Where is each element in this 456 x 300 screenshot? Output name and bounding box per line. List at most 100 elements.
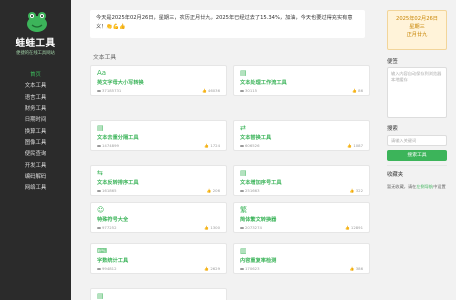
tool-card-views: 251663 (240, 188, 260, 193)
tool-card[interactable]: ▤ (90, 288, 227, 300)
tool-card-views: 170623 (240, 266, 260, 271)
search-button[interactable]: 搜索工具 (387, 150, 447, 161)
nav-item-public-query[interactable]: 便民查询 (0, 149, 71, 160)
document-icon: ▤ (97, 124, 104, 132)
nav-item-date-time[interactable]: 日期时间 (0, 115, 71, 126)
likes-count: 322 (355, 188, 363, 193)
section-title: 文本工具 (93, 55, 117, 61)
tool-card-views: 30115 (240, 88, 257, 93)
tool-card-likes: 👍 206 (206, 188, 220, 193)
tool-card-views: 994812 (97, 266, 117, 271)
views-count: 170623 (245, 266, 260, 271)
tool-card-views: 2073274 (240, 225, 262, 230)
tool-card-views: 161865 (97, 188, 117, 193)
search-label: 搜索 (387, 126, 398, 132)
tool-card-likes: 👍 386 (349, 266, 363, 271)
nav-item-network-tools[interactable]: 网络工具 (0, 183, 71, 194)
views-count: 977252 (102, 225, 117, 230)
eye-icon (97, 89, 101, 93)
tool-card-views: 1474899 (97, 143, 119, 148)
calendar-lunar: 正月廿九 (406, 32, 428, 38)
nav-item-home[interactable]: 首页 (0, 70, 71, 81)
eye-icon (97, 189, 101, 193)
tool-card-title: 特殊符号大全 (97, 217, 129, 223)
nav-item-dev-tools[interactable]: 开发工具 (0, 161, 71, 172)
keyboard-icon: ⌨ (97, 247, 108, 255)
tool-card-likes: 👍 86 (352, 88, 363, 93)
tool-card-title: 字数统计工具 (97, 258, 129, 264)
views-count: 2073274 (245, 225, 262, 230)
tool-card-views: 977252 (97, 225, 117, 230)
letter-case-icon: Aa (97, 69, 107, 77)
tool-card-likes: 👍 322 (349, 188, 363, 193)
eye-icon (240, 226, 244, 230)
calendar-widget: 2025年02月26日 星期三 正月廿九 (387, 10, 447, 50)
tool-card-likes: 👍 1300 (204, 225, 220, 230)
reverse-icon: ⇆ (97, 169, 103, 177)
tool-card-likes: 👍 1724 (204, 143, 220, 148)
tool-card-title: 英文字母大小写转换 (97, 80, 144, 86)
likes-count: 1087 (353, 143, 363, 148)
favorites-empty-text: 暂无收藏，请在左侧导航中设置 (387, 184, 446, 190)
nav-item-conversion-tools[interactable]: 换算工具 (0, 127, 71, 138)
tool-card-title: 文本增加序号工具 (240, 180, 282, 186)
search-input[interactable]: 请输入关键词 (387, 135, 447, 146)
calendar-date: 2025年02月26日 (396, 16, 438, 22)
views-count: 161865 (102, 188, 117, 193)
tool-card-title: 文本处理工作流工具 (240, 80, 287, 86)
tool-card[interactable]: ⌨ 字数统计工具 994812 👍 2629 (90, 243, 227, 274)
likes-count: 386 (355, 266, 363, 271)
eye-icon (240, 144, 244, 148)
notes-textarea[interactable]: 输入内容自动保存到浏览器本地缓存 (387, 67, 447, 118)
views-count: 606526 (245, 143, 260, 148)
tool-card[interactable]: ▤ 文本增加序号工具 251663 👍 322 (233, 165, 370, 196)
tool-card[interactable]: ☺ 特殊符号大全 977252 👍 1300 (90, 202, 227, 233)
document-icon: ▤ (97, 292, 104, 300)
numbered-list-icon: ▤ (240, 169, 247, 177)
tool-card[interactable]: 繁 简体繁文转换器 2073274 👍 12891 (233, 202, 370, 233)
sidebar: 蛙蛙工具 便捷的在线工具网站 首页 文本工具 语言工具 财务工具 日期时间 换算… (0, 0, 71, 300)
likes-count: 1300 (210, 225, 220, 230)
duplicate-check-icon: ▥ (240, 247, 247, 255)
eye-icon (240, 267, 244, 271)
likes-count: 1724 (210, 143, 220, 148)
favorites-text: 暂无收藏，请在 (387, 184, 417, 189)
calendar-weekday: 星期三 (409, 24, 425, 30)
tool-card[interactable]: ⇄ 文本替换工具 606526 👍 1087 (233, 120, 370, 151)
nav-item-finance-tools[interactable]: 财务工具 (0, 104, 71, 115)
likes-count: 46036 (207, 88, 220, 93)
eye-icon (97, 226, 101, 230)
left-nav-link[interactable]: 左侧导航 (416, 184, 433, 189)
views-count: 1474899 (102, 143, 119, 148)
likes-count: 86 (358, 88, 363, 93)
tool-card-views: 606526 (240, 143, 260, 148)
nav-menu: 首页 文本工具 语言工具 财务工具 日期时间 换算工具 图像工具 便民查询 开发… (0, 70, 71, 195)
app-name: 蛙蛙工具 (15, 38, 56, 49)
date-banner: 今天是2025年02月26日，星期三，农历正月廿九，2025年已经过去了15.3… (90, 10, 365, 38)
views-count: 30115 (245, 88, 258, 93)
smiley-icon: ☺ (97, 206, 105, 214)
nav-item-text-tools[interactable]: 文本工具 (0, 81, 71, 92)
tool-card[interactable]: Aa 英文字母大小写转换 37185731 👍 46036 (90, 65, 227, 96)
nav-item-language-tools[interactable]: 语言工具 (0, 93, 71, 104)
tool-card-title: 文本去重分隔工具 (97, 135, 139, 141)
tool-card-title: 文本替换工具 (240, 135, 272, 141)
tool-card-views: 37185731 (97, 88, 121, 93)
nav-item-encoding[interactable]: 编码解码 (0, 172, 71, 183)
tool-card-likes: 👍 12891 (344, 225, 363, 230)
traditional-chinese-icon: 繁 (240, 206, 247, 214)
tool-card-likes: 👍 2629 (204, 266, 220, 271)
views-count: 37185731 (102, 88, 122, 93)
nav-item-image-tools[interactable]: 图像工具 (0, 138, 71, 149)
tool-card[interactable]: ▤ 文本处理工作流工具 30115 👍 86 (233, 65, 370, 96)
notes-label: 便签 (387, 59, 398, 65)
tool-card[interactable]: ▥ 内容重复率检测 170623 👍 386 (233, 243, 370, 274)
replace-icon: ⇄ (240, 124, 246, 132)
eye-icon (240, 189, 244, 193)
tool-card[interactable]: ▤ 文本去重分隔工具 1474899 👍 1724 (90, 120, 227, 151)
tool-card[interactable]: ⇆ 文本反转排序工具 161865 👍 206 (90, 165, 227, 196)
tool-card-likes: 👍 46036 (201, 88, 220, 93)
eye-icon (97, 144, 101, 148)
likes-count: 12891 (350, 225, 363, 230)
tool-card-likes: 👍 1087 (347, 143, 363, 148)
